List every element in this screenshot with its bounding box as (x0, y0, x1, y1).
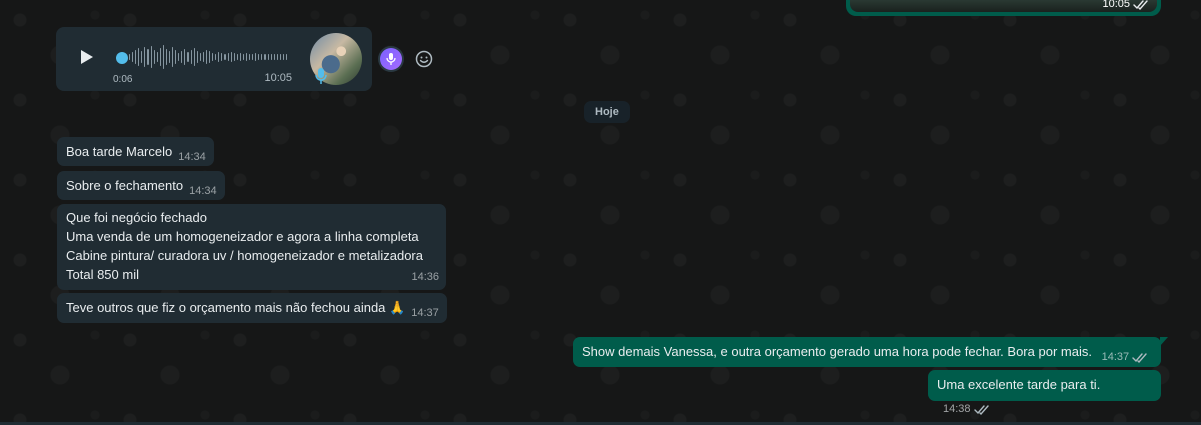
waveform-bar (141, 51, 143, 63)
waveform-bar (233, 53, 235, 61)
waveform-bar (236, 54, 238, 60)
waveform-bar (227, 53, 229, 61)
message-time: 10:05 (264, 72, 292, 84)
incoming-message[interactable]: Boa tarde Marcelo 14:34 (57, 137, 214, 166)
waveform-bar (132, 52, 134, 62)
message-text: Sobre o fechamento (66, 178, 184, 193)
waveform-bar (252, 54, 254, 60)
seek-handle[interactable] (116, 52, 128, 64)
incoming-message[interactable]: Teve outros que fiz o orçamento mais não… (57, 293, 447, 323)
outgoing-media-message[interactable]: 10:05 (846, 0, 1161, 16)
media-thumbnail[interactable]: 10:05 (850, 0, 1157, 12)
message-time: 14:38 (943, 403, 971, 415)
message-text-line: Uma venda de um homogeneizador e agora a… (66, 229, 419, 244)
waveform-bar (282, 54, 284, 60)
waveform-bar (273, 54, 275, 60)
waveform-bar (165, 49, 168, 65)
double-check-icon (1133, 0, 1148, 10)
waveform-bar (184, 49, 186, 65)
message-time: 10:05 (1102, 0, 1130, 10)
waveform-bar (224, 54, 226, 60)
waveform-bar (199, 53, 201, 61)
waveform-bar (276, 54, 278, 60)
waveform-bar (264, 54, 266, 60)
waveform-bar (242, 54, 244, 60)
waveform-bar (230, 52, 232, 62)
waveform-bar (255, 53, 257, 61)
waveform-bar (153, 50, 155, 64)
date-label: Hoje (595, 106, 619, 118)
waveform-bar (144, 47, 146, 67)
waveform-bar (169, 51, 171, 63)
transcribe-icon (386, 53, 396, 65)
waveform-bar (190, 50, 192, 64)
outgoing-message[interactable]: Uma excelente tarde para ti. 14:38 (928, 370, 1161, 415)
message-time: 14:34 (189, 185, 217, 197)
waveform-bar (202, 52, 204, 62)
voice-message-bubble[interactable]: 0:06 10:05 (56, 27, 372, 91)
waveform-bar (193, 48, 195, 66)
date-separator: Hoje (584, 101, 630, 123)
waveform-bar (162, 45, 164, 69)
microphone-icon (315, 68, 327, 84)
waveform-bar (175, 50, 177, 64)
audio-waveform[interactable] (129, 43, 288, 71)
message-text-line: Cabine pintura/ curadora uv / homogeneiz… (66, 248, 423, 263)
message-meta: 14:38 (943, 400, 990, 419)
waveform-bar (135, 50, 137, 64)
waveform-bar (245, 53, 248, 61)
waveform-bar (156, 52, 158, 62)
waveform-bar (221, 53, 223, 61)
message-text-line: Total 850 mil (66, 267, 139, 282)
waveform-bar (215, 54, 217, 60)
transcribe-button[interactable] (378, 46, 404, 72)
message-text-line: Que foi negócio fechado (66, 210, 207, 225)
audio-duration: 0:06 (113, 74, 133, 85)
message-time: 14:36 (411, 271, 439, 283)
waveform-bar (249, 54, 251, 60)
play-button[interactable] (78, 48, 96, 66)
waveform-bar (172, 47, 174, 67)
voice-message-row: 0:06 10:05 (56, 27, 434, 91)
waveform-bar (187, 52, 189, 62)
play-icon (81, 50, 93, 64)
message-meta: 10:05 (1102, 0, 1149, 10)
waveform-bar (178, 53, 180, 61)
message-text: Show demais Vanessa, e outra orçamento g… (582, 344, 1092, 359)
waveform-bar (159, 48, 161, 66)
waveform-bar (267, 54, 269, 60)
outgoing-message[interactable]: Show demais Vanessa, e outra orçamento g… (573, 337, 1168, 367)
waveform-bar (261, 54, 263, 60)
waveform-bar (196, 51, 198, 63)
waveform-bar (209, 51, 211, 63)
emoji-icon[interactable] (414, 49, 434, 69)
incoming-message[interactable]: Que foi negócio fechado Uma venda de um … (57, 204, 446, 290)
message-time: 14:37 (1101, 351, 1130, 363)
waveform-bar (212, 53, 214, 61)
waveform-bar (218, 52, 220, 62)
double-check-icon (1132, 353, 1147, 363)
waveform-bar (205, 50, 208, 64)
message-time: 14:34 (178, 151, 206, 163)
message-time: 14:37 (411, 307, 439, 319)
message-text: Teve outros que fiz o orçamento mais não… (66, 300, 406, 315)
message-meta: 14:37 (1102, 348, 1149, 367)
waveform-bar (129, 54, 131, 60)
incoming-message[interactable]: Sobre o fechamento 14:34 (57, 171, 225, 200)
message-text: Uma excelente tarde para ti. (937, 377, 1101, 392)
waveform-bar (285, 54, 288, 60)
message-text: Boa tarde Marcelo (66, 144, 173, 159)
double-check-icon (973, 405, 989, 415)
waveform-bar (138, 48, 140, 66)
waveform-bar (239, 53, 241, 61)
waveform-bar (279, 54, 281, 60)
waveform-bar (258, 54, 260, 60)
waveform-bar (147, 49, 149, 65)
waveform-bar (150, 46, 152, 68)
waveform-bar (181, 51, 183, 63)
waveform-bar (270, 54, 272, 60)
